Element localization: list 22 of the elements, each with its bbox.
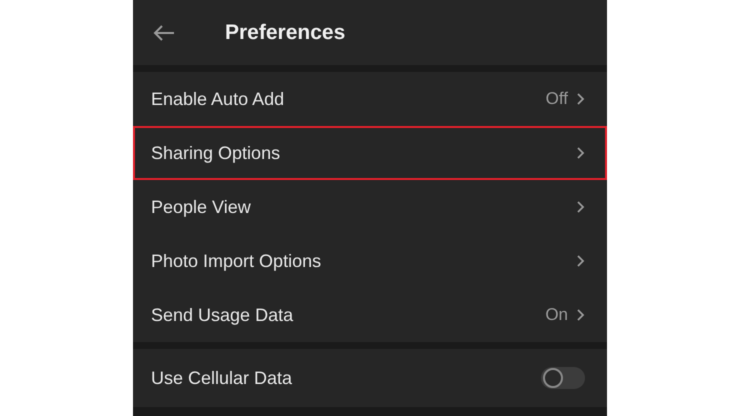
value-text: On (545, 304, 568, 326)
settings-row[interactable]: Send Usage Data On (133, 288, 607, 342)
settings-row[interactable]: Photo Import Options (133, 234, 607, 288)
row-label: Send Usage Data (151, 304, 294, 327)
row-label: Sharing Options (151, 142, 280, 165)
row-label: Enable Auto Add (151, 88, 284, 110)
screen-title: Preferences (225, 20, 346, 46)
settings-row[interactable]: Sharing Options (133, 126, 607, 180)
chevron-right-icon (576, 146, 585, 160)
chevron-right-icon (576, 254, 585, 268)
back-arrow-icon[interactable] (153, 24, 175, 42)
settings-row[interactable]: People View (133, 180, 607, 234)
value-text: Off (546, 88, 568, 110)
toggle-switch[interactable] (541, 367, 585, 389)
settings-row[interactable]: Use Cellular Data (133, 349, 607, 407)
settings-row[interactable]: Enable Auto Add Off (133, 72, 607, 126)
chevron-right-icon (576, 92, 585, 106)
row-label: Photo Import Options (151, 250, 322, 273)
row-label: People View (151, 196, 251, 219)
chevron-right-icon (576, 308, 585, 322)
chevron-right-icon (576, 200, 585, 214)
row-label: Use Cellular Data (151, 366, 292, 390)
